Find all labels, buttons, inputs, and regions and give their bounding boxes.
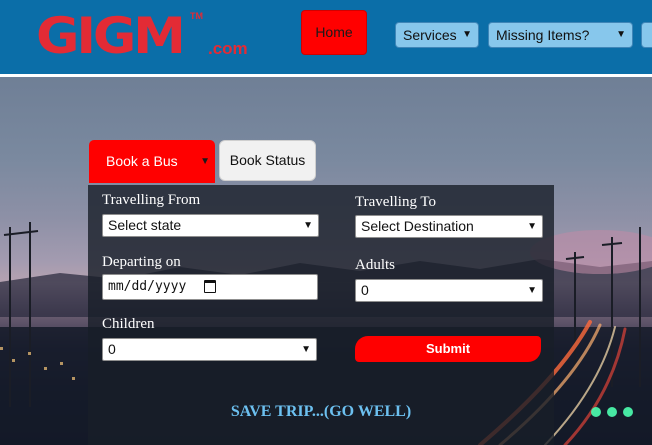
submit-button[interactable]: Submit xyxy=(355,336,541,362)
nav-services-label: Services xyxy=(403,27,457,43)
travelling-from-value: Select state xyxy=(108,217,182,233)
nav-home-button[interactable]: Home xyxy=(301,10,367,55)
nav-services-dropdown[interactable]: Services ▼ xyxy=(395,22,479,48)
travelling-to-label: Travelling To xyxy=(355,194,437,210)
tagline: SAVE TRIP...(GO WELL) xyxy=(230,403,412,420)
adults-label: Adults xyxy=(355,257,396,273)
travelling-to-value: Select Destination xyxy=(361,218,474,234)
tab-book-a-bus[interactable]: Book a Bus ▼ xyxy=(89,140,215,183)
gigm-logo[interactable]: GIGM TM .com xyxy=(36,7,248,65)
chevron-down-icon: ▼ xyxy=(616,29,626,40)
site-header: GIGM TM .com Home Services ▼ Missing Ite… xyxy=(0,0,652,74)
calendar-icon[interactable] xyxy=(204,280,216,293)
logo-trademark: TM xyxy=(190,11,203,21)
travelling-from-select[interactable]: Select state ▼ xyxy=(102,214,319,237)
nav-more-dropdown[interactable] xyxy=(641,22,652,48)
tab-book-status[interactable]: Book Status xyxy=(219,140,316,181)
logo-domain: .com xyxy=(208,39,248,58)
departing-on-label: Departing on xyxy=(102,254,181,270)
children-value: 0 xyxy=(108,341,116,357)
chevron-down-icon: ▼ xyxy=(301,344,311,355)
travelling-to-select[interactable]: Select Destination ▼ xyxy=(355,215,543,238)
departing-on-value: mm/dd/yyyy xyxy=(108,279,187,294)
chevron-down-icon: ▼ xyxy=(527,285,537,296)
nav-missing-items-label: Missing Items? xyxy=(496,27,590,43)
tab-book-a-bus-label: Book a Bus xyxy=(106,153,178,169)
chevron-down-icon: ▼ xyxy=(462,29,472,40)
children-label: Children xyxy=(102,316,155,332)
adults-select[interactable]: 0 ▼ xyxy=(355,279,543,302)
chevron-down-icon: ▼ xyxy=(303,220,313,231)
chevron-down-icon: ▼ xyxy=(200,156,210,167)
adults-value: 0 xyxy=(361,282,369,298)
travelling-from-label: Travelling From xyxy=(102,192,201,208)
children-select[interactable]: 0 ▼ xyxy=(102,338,317,361)
logo-wordmark: GIGM xyxy=(36,7,186,65)
nav-missing-items-dropdown[interactable]: Missing Items? ▼ xyxy=(488,22,633,48)
departing-on-date-input[interactable]: mm/dd/yyyy xyxy=(102,274,318,300)
chevron-down-icon: ▼ xyxy=(527,221,537,232)
